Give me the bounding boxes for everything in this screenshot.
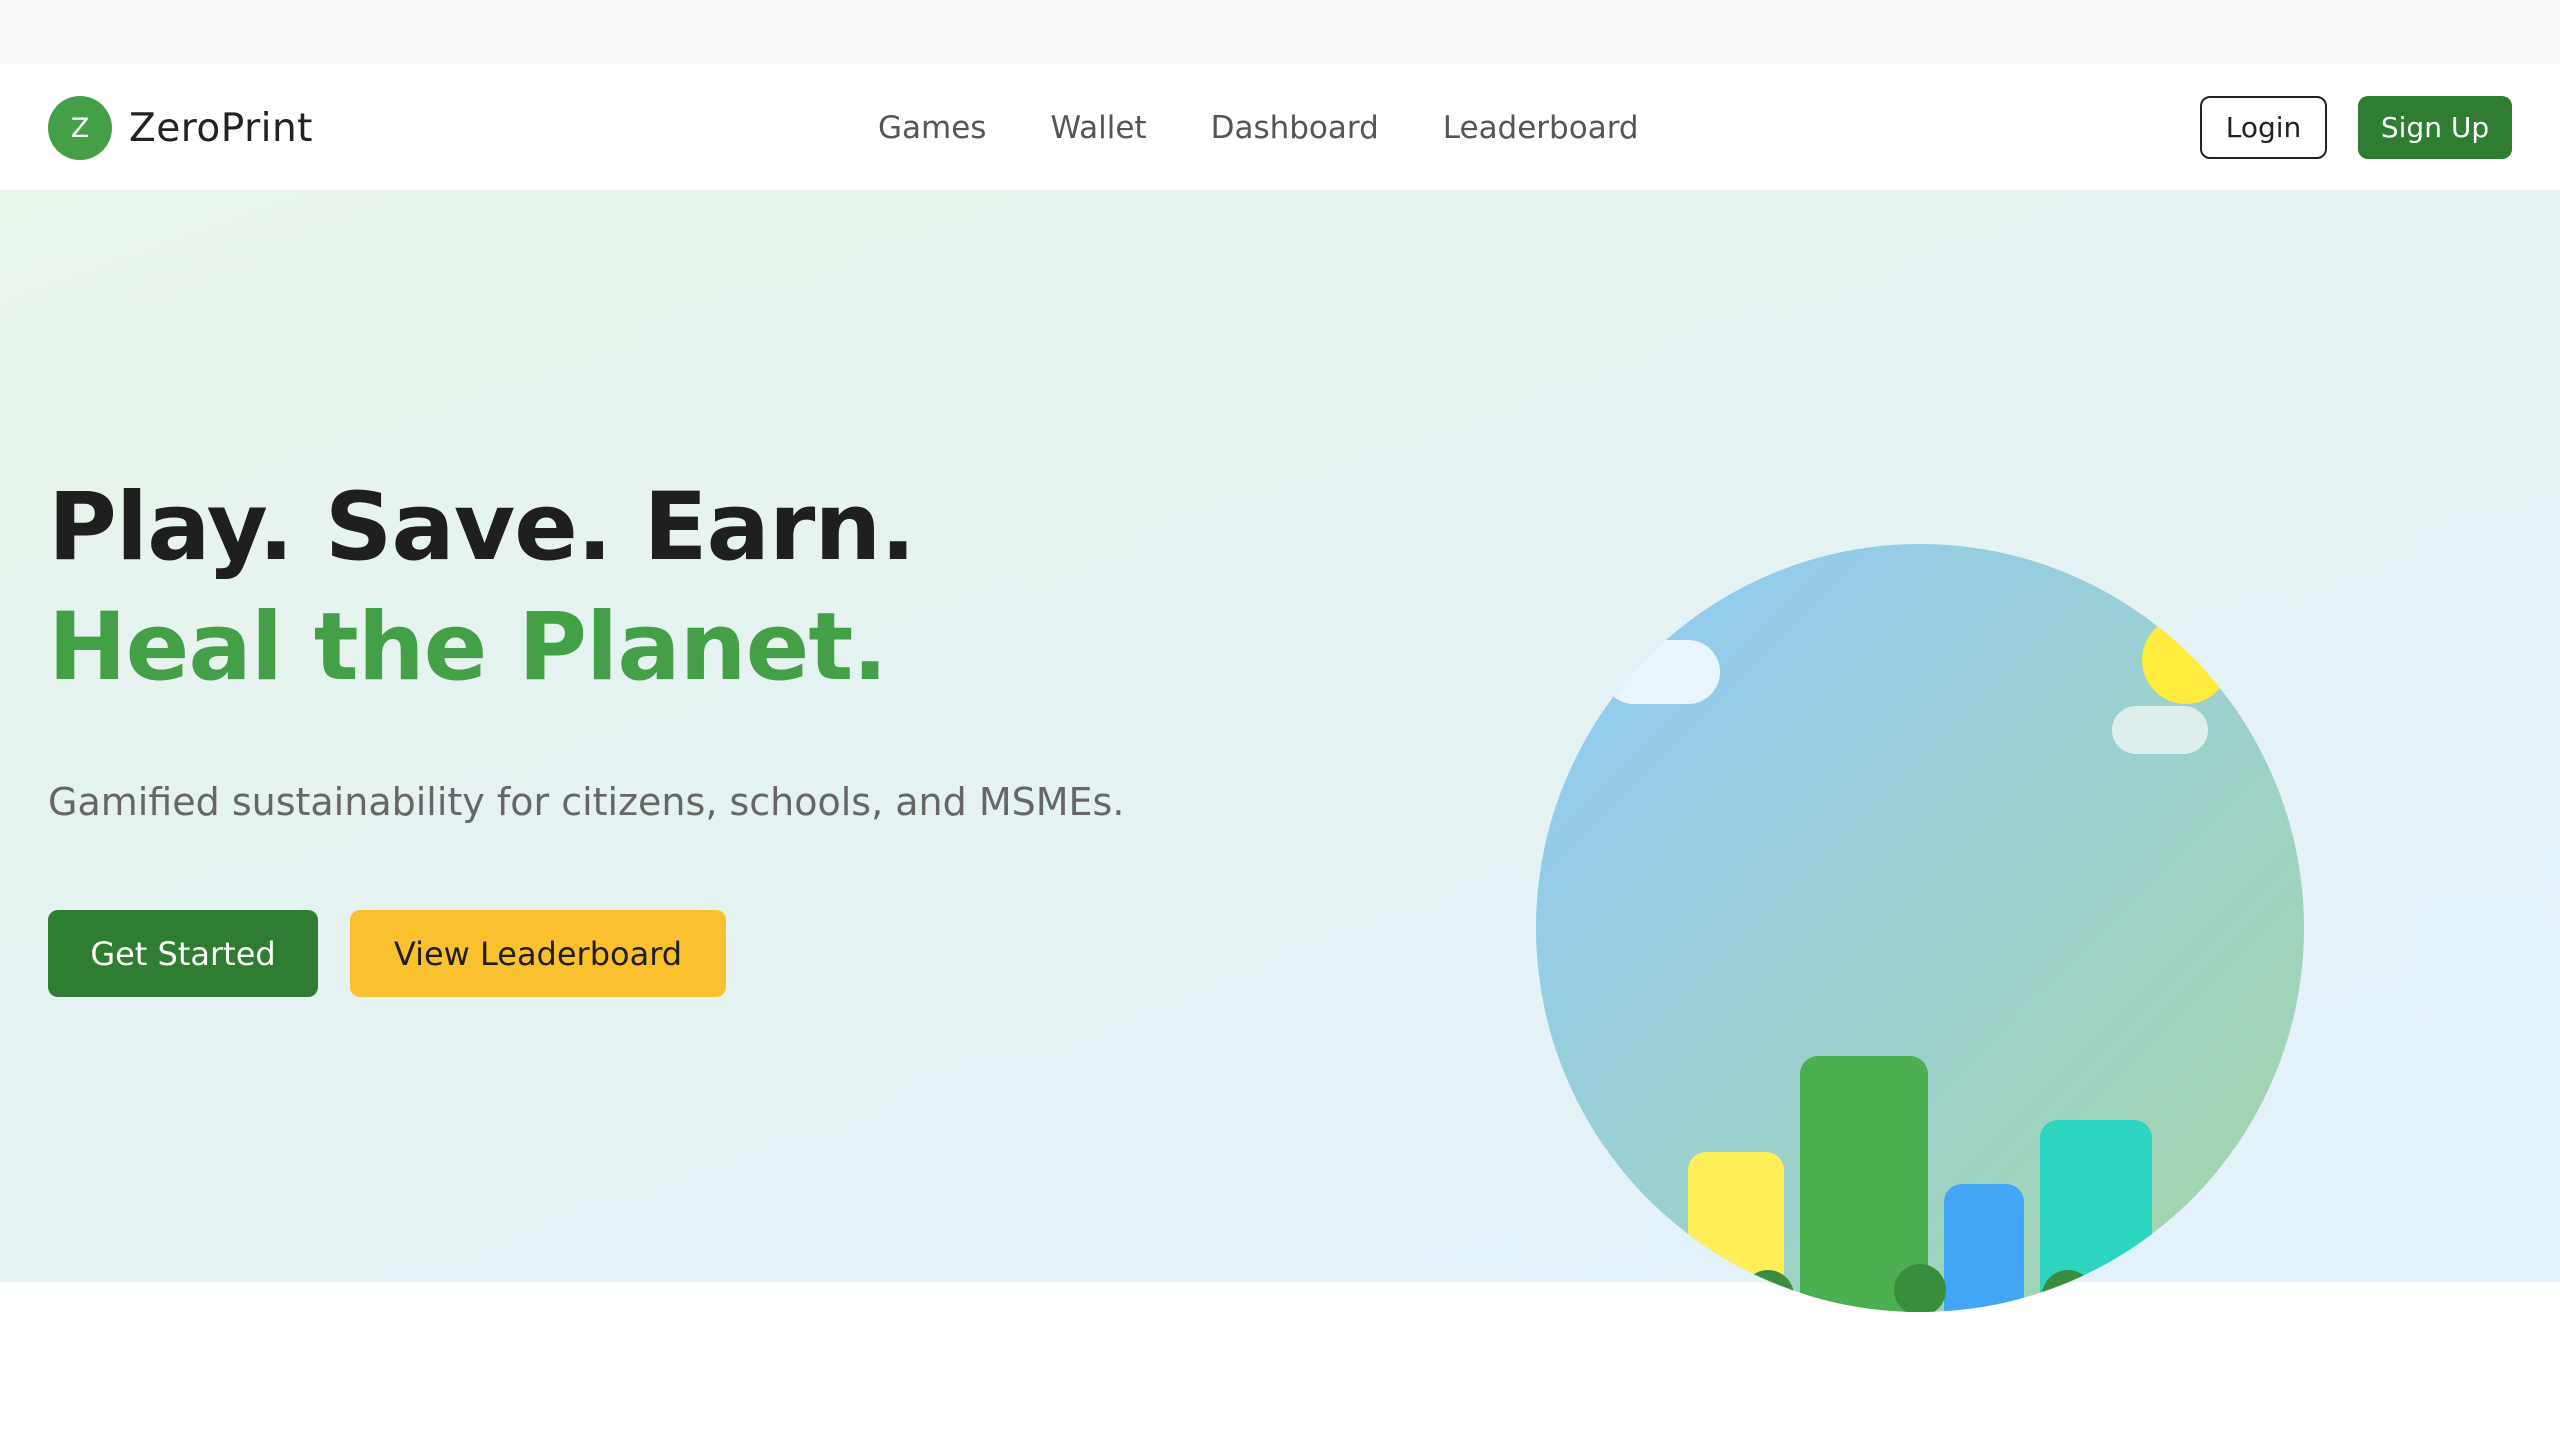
city-planet-illustration [1536,544,2304,1312]
sun-icon [2142,616,2230,704]
nav-item-dashboard[interactable]: Dashboard [1211,110,1379,146]
hero-subtitle: Gamified sustainability for citizens, sc… [48,780,1125,824]
browser-top-strip [0,0,2560,64]
hero-headline-accent: Heal the Planet. [48,593,888,702]
building-blue [1944,1184,2024,1312]
login-button[interactable]: Login [2200,96,2327,159]
nav-item-wallet[interactable]: Wallet [1050,110,1146,146]
brand[interactable]: Z ZeroPrint [48,96,313,160]
hero-section: Play. Save. Earn. Heal the Planet. Gamif… [0,192,2560,1312]
view-leaderboard-button[interactable]: View Leaderboard [350,910,726,997]
main-nav: Games Wallet Dashboard Leaderboard [878,96,1639,160]
building-yellow [1688,1152,1784,1312]
nav-item-leaderboard[interactable]: Leaderboard [1443,110,1639,146]
nav-item-games[interactable]: Games [878,110,986,146]
get-started-button[interactable]: Get Started [48,910,318,997]
brand-name: ZeroPrint [129,105,313,151]
cloud-icon-right [2112,706,2208,754]
top-navbar: Z ZeroPrint Games Wallet Dashboard Leade… [0,64,2560,192]
brand-logo-icon: Z [48,96,112,160]
cloud-icon-left [1602,640,1720,704]
signup-button[interactable]: Sign Up [2358,96,2512,159]
hero-headline: Play. Save. Earn. [48,473,916,582]
